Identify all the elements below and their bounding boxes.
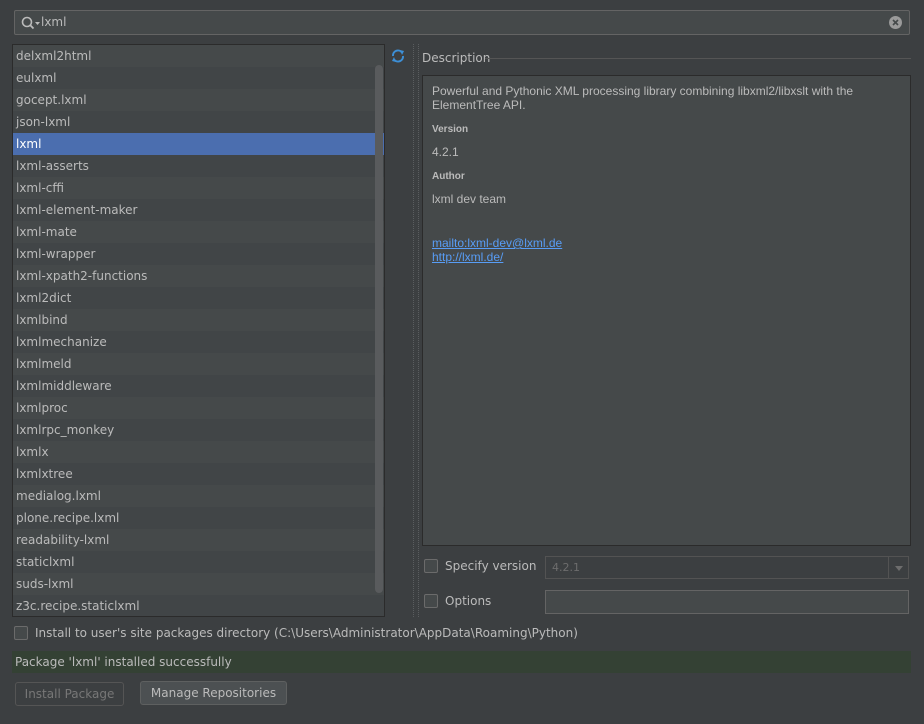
author-label: Author <box>432 171 465 182</box>
description-title: Description <box>422 51 491 65</box>
status-message: Package 'lxml' installed successfully <box>12 651 911 673</box>
list-item[interactable]: lxml-mate <box>13 221 384 243</box>
package-list[interactable]: delxml2html eulxml gocept.lxml json-lxml lxm… <box>12 44 385 617</box>
list-item[interactable]: lxml-element-maker <box>13 199 384 221</box>
list-item[interactable]: medialog.lxml <box>13 485 384 507</box>
list-item[interactable]: lxmlx <box>13 441 384 463</box>
homepage-link[interactable]: http://lxml.de/ <box>432 250 901 264</box>
mailto-link[interactable]: mailto:lxml-dev@lxml.de <box>432 236 901 250</box>
version-value: 4.2.1 <box>432 145 459 159</box>
clear-search-icon[interactable] <box>888 15 903 30</box>
version-label: Version <box>432 124 469 135</box>
splitter-handle[interactable] <box>413 44 419 617</box>
refresh-icon[interactable] <box>390 48 406 64</box>
install-user-label: Install to user's site packages director… <box>35 626 578 640</box>
description-divider <box>485 58 911 59</box>
specify-version-checkbox[interactable] <box>424 559 438 573</box>
options-checkbox[interactable] <box>424 594 438 608</box>
search-input[interactable]: lxml <box>41 15 66 29</box>
manage-repositories-button[interactable]: Manage Repositories <box>140 681 287 705</box>
version-dropdown-value: 4.2.1 <box>552 561 580 574</box>
options-label: Options <box>445 594 492 608</box>
list-item[interactable]: lxmlbind <box>13 309 384 331</box>
list-item[interactable]: lxml-xpath2-functions <box>13 265 384 287</box>
version-dropdown[interactable]: 4.2.1 <box>545 556 909 579</box>
author-value: lxml dev team <box>432 192 507 206</box>
search-icon[interactable] <box>20 15 42 31</box>
search-field[interactable]: lxml <box>14 10 910 35</box>
list-item[interactable]: plone.recipe.lxml <box>13 507 384 529</box>
description-panel: Powerful and Pythonic XML processing lib… <box>422 75 911 546</box>
list-item[interactable]: z3c.recipe.staticlxml <box>13 595 384 616</box>
list-item[interactable]: lxmlmiddleware <box>13 375 384 397</box>
install-package-button[interactable]: Install Package <box>15 682 124 706</box>
dropdown-arrow[interactable] <box>888 557 908 578</box>
package-summary: Powerful and Pythonic XML processing lib… <box>432 84 854 112</box>
options-input[interactable] <box>545 590 909 614</box>
list-item[interactable]: lxmlxtree <box>13 463 384 485</box>
list-item[interactable]: eulxml <box>13 67 384 89</box>
list-item[interactable]: lxml-wrapper <box>13 243 384 265</box>
list-item[interactable]: staticlxml <box>13 551 384 573</box>
list-scrollbar[interactable] <box>375 65 383 593</box>
list-item[interactable]: gocept.lxml <box>13 89 384 111</box>
list-item[interactable]: lxmlmeld <box>13 353 384 375</box>
list-item[interactable]: lxmlproc <box>13 397 384 419</box>
list-item[interactable]: suds-lxml <box>13 573 384 595</box>
list-item[interactable]: delxml2html <box>13 45 384 67</box>
chevron-down-icon <box>895 566 903 571</box>
list-item[interactable]: lxml2dict <box>13 287 384 309</box>
list-item[interactable]: lxml-cffi <box>13 177 384 199</box>
list-item[interactable]: readability-lxml <box>13 529 384 551</box>
list-item[interactable]: lxml <box>13 133 384 155</box>
list-item[interactable]: lxmlrpc_monkey <box>13 419 384 441</box>
install-user-checkbox[interactable] <box>14 626 28 640</box>
list-item[interactable]: lxmlmechanize <box>13 331 384 353</box>
specify-version-label: Specify version <box>445 559 537 573</box>
list-item[interactable]: json-lxml <box>13 111 384 133</box>
list-item[interactable]: lxml-asserts <box>13 155 384 177</box>
